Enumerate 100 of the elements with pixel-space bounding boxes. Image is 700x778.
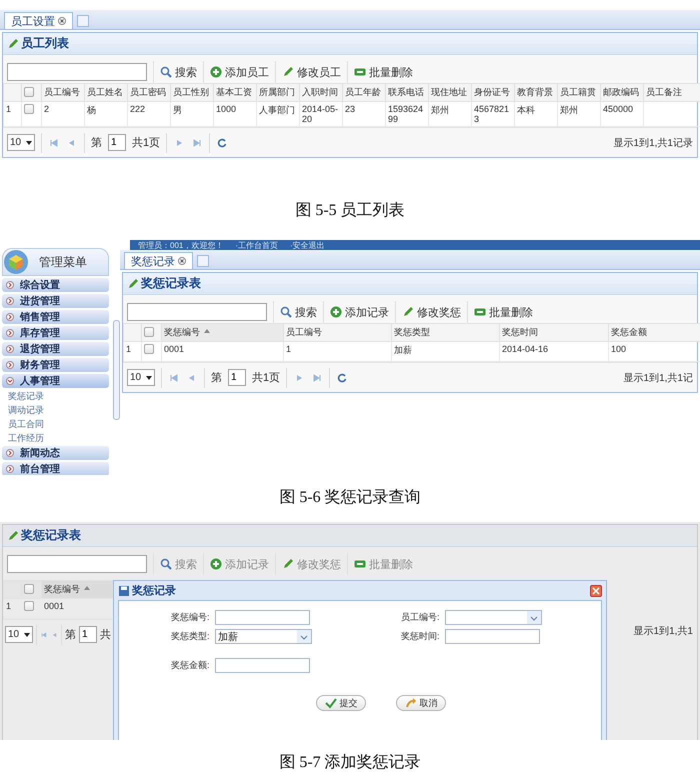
submenu-link[interactable]: 奖惩记录 xyxy=(2,390,109,402)
menu-item[interactable]: 库存管理 xyxy=(2,326,109,340)
pencil-icon xyxy=(7,530,19,542)
splitter-handle[interactable] xyxy=(113,320,120,420)
select-field[interactable]: 加薪 xyxy=(215,629,312,644)
close-button[interactable] xyxy=(590,584,602,596)
table-cell: 郑州 xyxy=(560,105,578,115)
sort-icon xyxy=(202,327,211,335)
search-field[interactable] xyxy=(7,555,147,573)
table-cell: 人事部门 xyxy=(259,105,295,115)
column-header[interactable]: 员工姓名 xyxy=(84,84,128,102)
close-icon xyxy=(178,257,186,265)
caret-icon xyxy=(300,632,308,640)
column-header[interactable]: 入职时间 xyxy=(300,84,342,102)
column-header[interactable]: 员工年龄 xyxy=(342,84,386,102)
tab[interactable]: 奖惩记录 xyxy=(124,252,193,269)
page-size-select[interactable]: 10 xyxy=(7,134,35,151)
column-header[interactable]: 所属部门 xyxy=(256,84,300,102)
column-header[interactable]: 奖惩编号 xyxy=(162,324,284,342)
panel-title: 员工列表 xyxy=(3,33,697,55)
menu-item[interactable]: 前台管理 xyxy=(2,462,109,475)
menu-item[interactable]: 人事管理 xyxy=(2,374,109,388)
close-icon xyxy=(58,17,66,25)
plus-icon xyxy=(210,558,222,570)
table-cell: 23 xyxy=(345,104,356,114)
table-cell: 2014-05-20 xyxy=(302,104,338,124)
figure-caption: 图 5-6 奖惩记录查询 xyxy=(279,488,421,508)
checkbox[interactable] xyxy=(144,326,154,336)
column-header[interactable]: 奖惩时间 xyxy=(500,324,608,342)
check-icon xyxy=(324,697,336,709)
checkbox[interactable] xyxy=(24,584,34,594)
pencil-icon xyxy=(282,558,294,570)
figure-caption: 图 5-5 员工列表 xyxy=(295,200,405,221)
menu-item[interactable]: 财务管理 xyxy=(2,358,109,372)
refresh-icon xyxy=(336,372,348,384)
column-header[interactable]: 员工籍贯 xyxy=(558,84,600,102)
column-header[interactable]: 员工密码 xyxy=(128,84,170,102)
column-header[interactable]: 教育背景 xyxy=(514,84,558,102)
column-header[interactable]: 员工编号 xyxy=(284,324,392,342)
chevron-right-icon xyxy=(6,297,14,305)
search-icon xyxy=(280,306,292,318)
page-field[interactable]: 1 xyxy=(228,369,246,386)
page-field[interactable]: 1 xyxy=(79,626,97,643)
search-icon xyxy=(160,66,172,78)
input-field[interactable] xyxy=(445,629,540,644)
checkbox[interactable] xyxy=(24,601,34,611)
pencil-icon xyxy=(282,66,294,78)
table-cell: 男 xyxy=(173,105,182,115)
column-header[interactable]: 奖惩类型 xyxy=(392,324,500,342)
tab-menu-button[interactable] xyxy=(77,15,89,27)
submenu-link[interactable]: 工作经历 xyxy=(2,432,109,444)
panel-title: 奖惩记录表 xyxy=(123,273,697,295)
column-header[interactable]: 员工编号 xyxy=(42,84,84,102)
menu-item[interactable]: 新闻动态 xyxy=(2,446,109,460)
table-cell: 2014-04-16 xyxy=(502,344,548,354)
chevron-right-icon xyxy=(6,465,14,473)
menu-item[interactable]: 综合设置 xyxy=(2,278,109,292)
column-header[interactable]: 联系电话 xyxy=(386,84,428,102)
column-header[interactable]: 现住地址 xyxy=(428,84,472,102)
column-header[interactable]: 奖惩金额 xyxy=(608,324,700,342)
caret-icon xyxy=(26,140,32,146)
header-text[interactable]: ·安全退出 xyxy=(290,242,325,250)
select-field[interactable] xyxy=(445,610,542,625)
search-field[interactable] xyxy=(7,63,147,81)
plus-icon xyxy=(210,66,222,78)
caret-icon xyxy=(146,374,152,380)
page-size-select[interactable]: 10 xyxy=(5,626,33,643)
search-field[interactable] xyxy=(127,303,267,321)
tab-menu-button[interactable] xyxy=(197,255,209,267)
tab[interactable]: 员工设置 xyxy=(4,12,73,29)
page-field[interactable]: 1 xyxy=(108,134,126,151)
page-size-select[interactable]: 10 xyxy=(127,369,155,386)
header-text[interactable]: ·工作台首页 xyxy=(235,242,278,250)
column-header[interactable]: 邮政编码 xyxy=(600,84,644,102)
column-header[interactable]: 员工备注 xyxy=(644,84,700,102)
row-number: 1 xyxy=(6,601,12,611)
table-cell: 0001 xyxy=(164,344,184,354)
menu-item[interactable]: 进货管理 xyxy=(2,294,109,308)
menu-item[interactable]: 销售管理 xyxy=(2,310,109,324)
checkbox[interactable] xyxy=(144,344,154,354)
search-icon xyxy=(160,558,172,570)
checkbox[interactable] xyxy=(24,104,34,114)
cancel-button[interactable]: 取消 xyxy=(396,695,446,711)
input-field[interactable] xyxy=(215,658,310,673)
checkbox[interactable] xyxy=(24,86,34,96)
submenu-link[interactable]: 调动记录 xyxy=(2,404,109,416)
input-field[interactable] xyxy=(215,610,310,625)
submit-button[interactable]: 提交 xyxy=(316,695,366,711)
menu-item[interactable]: 退货管理 xyxy=(2,342,109,356)
page-label: 第 xyxy=(65,628,76,642)
table-cell: 加薪 xyxy=(394,345,412,355)
column-header[interactable]: 员工性别 xyxy=(170,84,214,102)
plus-icon xyxy=(330,306,342,318)
column-header[interactable]: 奖惩编号 xyxy=(42,580,114,598)
column-header[interactable]: 身份证号 xyxy=(472,84,514,102)
submenu-link[interactable]: 员工合同 xyxy=(2,418,109,430)
column-header[interactable]: 基本工资 xyxy=(214,84,256,102)
table-cell: 杨 xyxy=(87,105,96,115)
table-cell: 0001 xyxy=(44,601,64,611)
page-total: 共1页 xyxy=(132,136,160,150)
